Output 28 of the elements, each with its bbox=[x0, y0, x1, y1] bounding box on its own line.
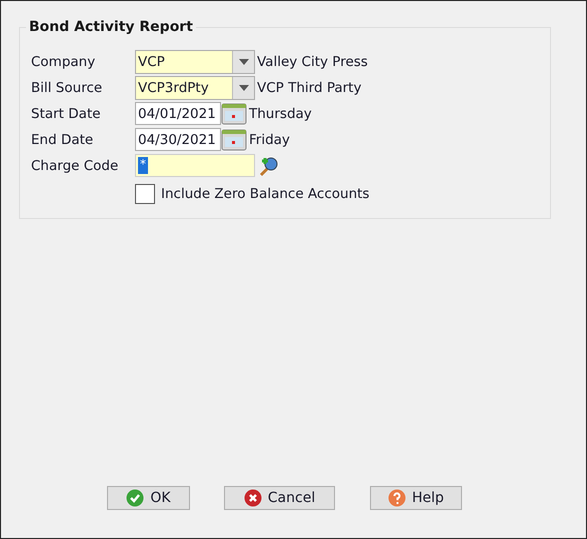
help-button[interactable]: Help bbox=[370, 486, 462, 510]
date-field[interactable]: 04/01/2021 bbox=[135, 102, 221, 125]
dropdown[interactable]: VCP bbox=[135, 50, 255, 74]
cancel-button[interactable]: Cancel bbox=[224, 486, 335, 510]
close-icon bbox=[244, 489, 262, 507]
input-field[interactable]: * bbox=[135, 154, 255, 177]
dropdown[interactable]: VCP3rdPty bbox=[135, 76, 255, 100]
field-description: VCP Third Party bbox=[257, 80, 362, 96]
caret-icon bbox=[238, 84, 248, 90]
checkbox[interactable] bbox=[135, 184, 155, 204]
field-label: Charge Code bbox=[31, 158, 120, 174]
field-label: Start Date bbox=[31, 106, 102, 122]
checkbox-label: Include Zero Balance Accounts bbox=[161, 186, 370, 202]
field-label: Bill Source bbox=[31, 80, 104, 96]
field-description: Valley City Press bbox=[257, 54, 368, 70]
checkmark-icon bbox=[126, 489, 144, 507]
field-description: Friday bbox=[249, 132, 290, 148]
calendar-icon[interactable] bbox=[221, 128, 247, 150]
help-icon bbox=[388, 489, 406, 507]
caret-icon bbox=[238, 58, 248, 64]
group-title: Bond Activity Report bbox=[26, 19, 196, 35]
date-field[interactable]: 04/30/2021 bbox=[135, 128, 221, 151]
ok-button[interactable]: OK bbox=[107, 486, 190, 510]
search-icon[interactable] bbox=[258, 154, 280, 176]
field-label: End Date bbox=[31, 132, 94, 148]
field-label: Company bbox=[31, 54, 96, 70]
field-description: Thursday bbox=[249, 106, 312, 122]
calendar-icon[interactable] bbox=[221, 102, 247, 124]
